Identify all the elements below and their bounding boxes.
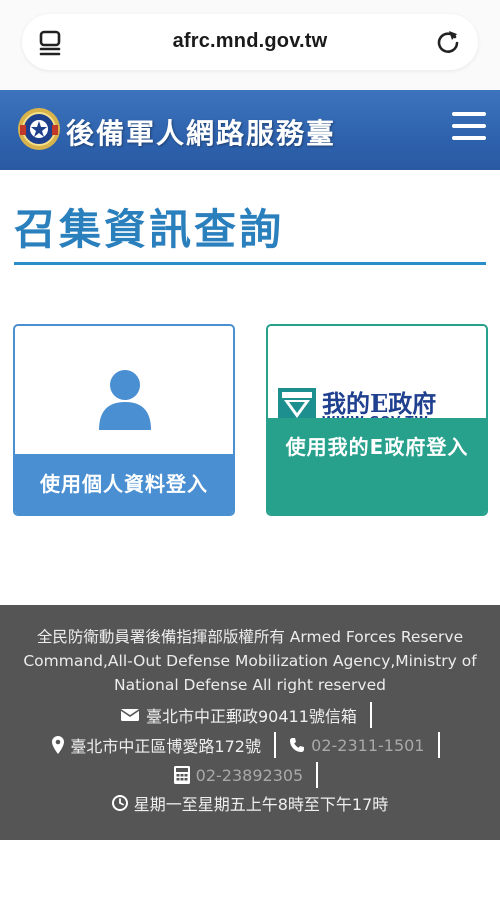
envelope-icon	[120, 709, 140, 721]
separator	[274, 732, 277, 758]
copyright-text: 全民防衛動員署後備指揮部版權所有 Armed Forces Reserve Co…	[23, 628, 477, 694]
clock-icon	[111, 795, 128, 811]
egov-login-card[interactable]: 我的E政府 WWW.GOV.TW 使用我的E政府登入	[266, 324, 488, 516]
personal-card-image	[15, 326, 233, 456]
emblem-logo[interactable]	[16, 106, 62, 152]
reload-icon[interactable]	[434, 28, 462, 56]
address-text: 臺北市中正區博愛路172號	[70, 737, 261, 756]
site-header: 後備軍人網路服務臺	[0, 90, 500, 170]
footer-hours-row: 星期一至星期五上午8時至下午17時	[0, 791, 500, 815]
title-divider	[14, 262, 486, 265]
hamburger-menu-button[interactable]	[452, 112, 488, 144]
browser-address-bar: afrc.mnd.gov.tw	[0, 0, 500, 90]
hamburger-menu-icon	[452, 112, 486, 116]
person-icon	[99, 370, 151, 430]
fax-icon	[173, 766, 190, 784]
fax-link[interactable]: 02-23892305	[196, 766, 304, 785]
hours-text: 星期一至星期五上午8時至下午17時	[133, 795, 389, 814]
personal-login-card[interactable]: 使用個人資料登入	[13, 324, 235, 516]
footer-mailbox-row: 臺北市中正郵政90411號信箱	[0, 702, 500, 728]
gov-logo-icon	[278, 388, 316, 422]
separator	[316, 762, 319, 788]
phone-icon	[290, 738, 305, 752]
separator	[370, 702, 372, 728]
egov-login-label[interactable]: 使用我的E政府登入	[268, 418, 486, 514]
site-title[interactable]: 後備軍人網路服務臺	[66, 112, 336, 152]
map-marker-icon	[52, 736, 65, 754]
mailbox-text: 臺北市中正郵政90411號信箱	[146, 707, 357, 726]
footer-fax-row: 02-23892305	[0, 762, 500, 788]
url-text[interactable]: afrc.mnd.gov.tw	[22, 30, 478, 53]
page-title: 召集資訊查詢	[14, 205, 285, 254]
phone-link[interactable]: 02-2311-1501	[311, 736, 424, 755]
personal-login-label[interactable]: 使用個人資料登入	[15, 454, 233, 514]
footer-address-row: 臺北市中正區博愛路172號 02-2311-1501	[0, 732, 500, 758]
separator	[437, 732, 440, 758]
url-field[interactable]: afrc.mnd.gov.tw	[22, 14, 478, 70]
